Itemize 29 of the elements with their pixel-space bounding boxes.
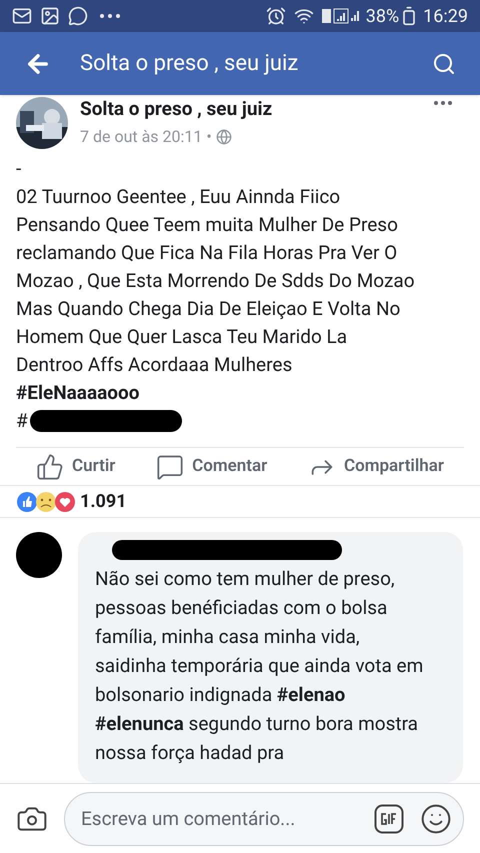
search-icon[interactable]: [432, 52, 456, 76]
post-author[interactable]: Solta o preso , seu juiz: [80, 97, 272, 121]
speech-bubble-icon: [156, 452, 184, 481]
alarm-icon: [266, 6, 286, 26]
comment-text: Não sei como tem mulher de preso, pessoas benéficiadas com o bolsa família, minha casa minha vida, saidinha temporária que ainda vota em bolsonario indignada #elenao #elenunca segundo turno bora mostra nossa força hadad pra: [94, 566, 424, 766]
post-hashtag[interactable]: #EleNaaaaooo: [0, 379, 480, 407]
reaction-icons: [16, 490, 76, 513]
app-bar-title: Solta o preso , seu juiz: [80, 50, 298, 78]
post-time: 7 de out às 20:11 •: [80, 126, 212, 148]
thumbs-up-icon: [36, 452, 64, 481]
reaction-count[interactable]: 1.091: [80, 488, 127, 516]
messenger-icon: [68, 6, 88, 26]
more-notifications-icon: [100, 14, 120, 18]
clock: 16:29: [423, 4, 468, 28]
post-action-button[interactable]: Curtir: [36, 452, 116, 481]
gif-icon[interactable]: [374, 804, 404, 834]
post-text: - 02 Tuurnoo Geentee , Euu Ainnda Fiico Pensando Quee Teem muita Mulher De Preso reclamando Que Fica Na Fila Horas Pra Ver O Mozao , Que Esta Morrendo De Sdds Do Mozao Mas Quando Chega Dia De Eleiçao E Volta No Homem Que Quer Lasca Teu Marido La Dentroo Affs Acordaaa Mulheres: [15, 156, 416, 378]
battery-percent: 38%: [366, 4, 400, 28]
commenter-avatar[interactable]: [16, 532, 62, 578]
post-action-button[interactable]: Comentar: [156, 452, 268, 481]
hashtag-symbol: #: [16, 408, 28, 434]
emoji-icon[interactable]: [420, 802, 452, 834]
comment-input-field[interactable]: Escreva um comentário...: [64, 792, 464, 846]
globe-icon: [216, 128, 232, 145]
image-icon: [40, 6, 60, 26]
post-action-button[interactable]: Compartilhar: [308, 452, 444, 481]
more-options-icon[interactable]: [434, 101, 452, 105]
signal-icon: [322, 7, 362, 25]
mail-icon: [12, 6, 32, 26]
